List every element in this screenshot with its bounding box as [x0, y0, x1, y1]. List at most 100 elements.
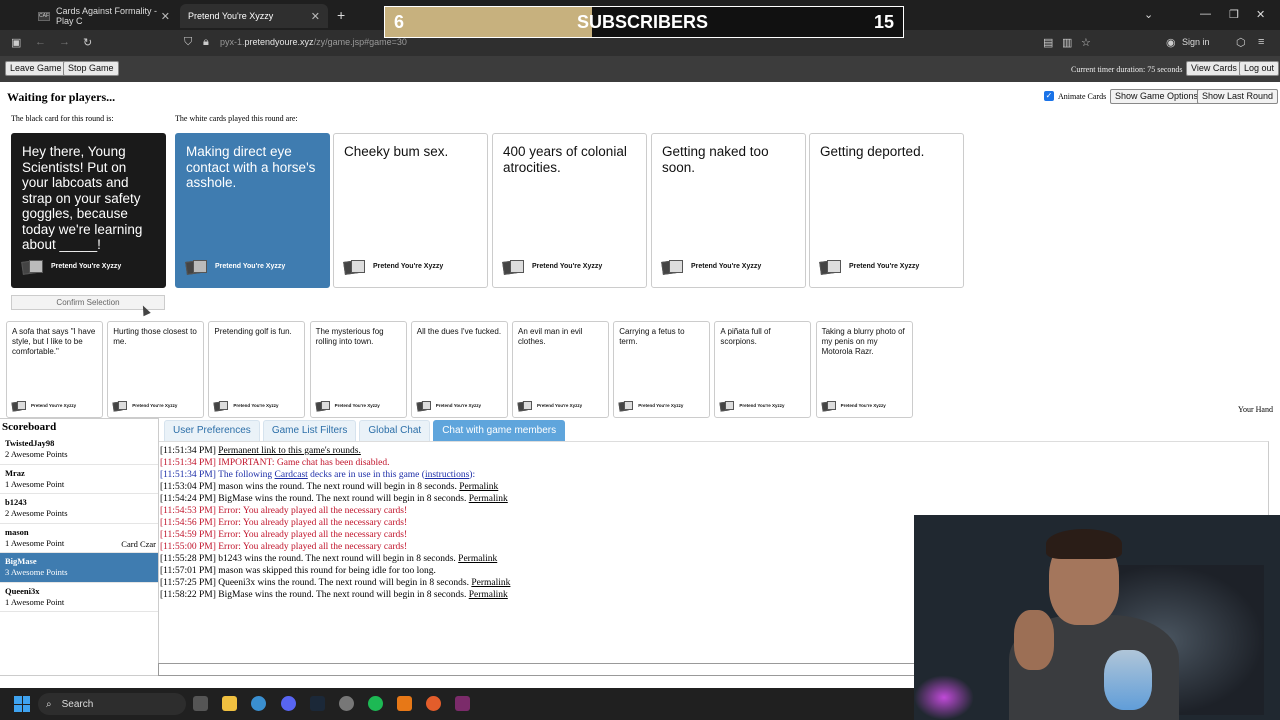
played-white-card[interactable]: Getting deported. Pretend You're Xyzzy	[809, 133, 964, 288]
chat-text: decks are in use in this game (	[307, 470, 425, 480]
browser-tab-active[interactable]: Pretend You're Xyzzy ✕	[180, 4, 328, 28]
view-cards-button[interactable]: View Cards	[1186, 61, 1242, 76]
chat-link[interactable]: Permalink	[458, 554, 497, 564]
chat-link[interactable]: Permalink	[469, 590, 508, 600]
tab-title: Cards Against Formality - Play C	[56, 6, 158, 26]
hand-card[interactable]: Hurting those closest to me. Pretend You'…	[107, 321, 205, 418]
cards-logo-icon	[618, 400, 634, 412]
chat-link[interactable]: Permalink	[471, 578, 510, 588]
white-cards-label: The white cards played this round are:	[175, 114, 298, 123]
chevron-down-icon[interactable]: ⌄	[1144, 8, 1153, 21]
steam-icon[interactable]	[310, 696, 325, 711]
file-explorer-icon[interactable]	[222, 696, 237, 711]
animate-cards-option[interactable]: ✓ Animate Cards	[1044, 91, 1106, 101]
close-window-icon[interactable]: ✕	[1256, 8, 1265, 21]
leave-game-button[interactable]: Leave Game	[5, 61, 67, 76]
spotify-icon[interactable]	[368, 696, 383, 711]
back-icon[interactable]: ←	[35, 36, 46, 48]
hand-card[interactable]: All the dues I've fucked. Pretend You're …	[410, 321, 508, 418]
firefox-icon[interactable]	[426, 696, 441, 711]
reload-icon[interactable]: ↻	[83, 36, 92, 49]
chat-link[interactable]: Cardcast	[275, 470, 308, 480]
card-footer: Pretend You're Xyzzy	[517, 400, 582, 412]
close-icon[interactable]: ✕	[311, 10, 320, 23]
extensions-icon[interactable]: ⬡	[1236, 36, 1246, 49]
browser-icon[interactable]	[251, 696, 266, 711]
subscriber-current: 6	[394, 11, 405, 32]
chat-message: [11:58:22 PM] BigMase wins the round. Th…	[160, 589, 510, 601]
new-tab-icon[interactable]: +	[337, 7, 345, 23]
chat-link[interactable]: instructions	[425, 470, 469, 480]
hand-card[interactable]: The mysterious fog rolling into town. Pre…	[309, 321, 407, 418]
tab-title: Pretend You're Xyzzy	[188, 11, 274, 21]
tab-user-preferences[interactable]: User Preferences	[164, 420, 260, 442]
card-text: Hey there, Young Scientists! Put on your…	[22, 144, 143, 252]
card-footer: Pretend You're Xyzzy	[819, 259, 919, 275]
chat-input[interactable]	[158, 663, 918, 676]
chat-text: Error: You already played all the necess…	[218, 518, 408, 528]
close-icon[interactable]: ✕	[161, 10, 170, 23]
cards-logo-icon	[21, 259, 44, 275]
player-points: 1 Awesome Point	[5, 596, 65, 607]
cards-logo-icon	[821, 400, 837, 412]
discord-icon[interactable]	[281, 696, 296, 711]
log-out-button[interactable]: Log out	[1239, 61, 1280, 76]
player-points: 1 Awesome Point	[5, 478, 65, 489]
chat-message: [11:54:59 PM] Error: You already played …	[160, 529, 510, 541]
star-icon[interactable]: ☆	[1081, 36, 1091, 49]
sidebar-icon[interactable]: ▣	[11, 36, 21, 49]
chat-link[interactable]: Permalink	[459, 482, 498, 492]
subscriber-overlay: 6 SUBSCRIBERS 15	[384, 6, 904, 38]
hand-card[interactable]: Carrying a fetus to term. Pretend You're …	[613, 321, 711, 418]
hand-card[interactable]: A sofa that says "I have style, but I li…	[6, 321, 103, 418]
obs-icon[interactable]	[339, 696, 354, 711]
show-game-options-button[interactable]: Show Game Options	[1110, 89, 1204, 104]
task-view-icon[interactable]	[193, 696, 208, 711]
forward-icon[interactable]: →	[59, 36, 70, 48]
cards-logo-icon	[502, 259, 525, 275]
url-field[interactable]: pyx-1.pretendyoure.xyz/zy/game.jsp#game=…	[220, 37, 407, 47]
card-footer: Pretend You're Xyzzy	[416, 400, 481, 412]
player-name: TwistedJay98	[5, 438, 55, 448]
scoreboard-player: BigMase 3 Awesome Points	[0, 553, 158, 583]
restore-icon[interactable]: ❐	[1229, 8, 1239, 21]
hand-card[interactable]: A piñata full of scorpions. Pretend You'r…	[714, 321, 812, 418]
player-name: Queeni3x	[5, 585, 40, 596]
played-white-card[interactable]: 400 years of colonial atrocities. Pretend…	[492, 133, 647, 288]
reader-icon[interactable]: ▤	[1043, 36, 1053, 49]
menu-icon[interactable]: ≡	[1258, 36, 1264, 48]
hand-card[interactable]: Taking a blurry photo of my penis on my …	[815, 321, 913, 418]
chat-message: [11:51:34 PM] The following Cardcast dec…	[160, 469, 510, 481]
hand-card[interactable]: An evil man in evil clothes. Pretend You'…	[512, 321, 609, 418]
taskbar-search[interactable]: ⌕ Search	[38, 693, 186, 715]
played-white-card[interactable]: Making direct eye contact with a horse's…	[175, 133, 330, 288]
streaming-app-icon[interactable]	[455, 696, 470, 711]
sign-in-link[interactable]: Sign in	[1182, 37, 1210, 47]
chat-link[interactable]: Permanent link to this game's rounds.	[218, 446, 361, 456]
app-icon[interactable]	[397, 696, 412, 711]
tab-game-list-filters[interactable]: Game List Filters	[262, 420, 357, 442]
chat-message: [11:51:34 PM] IMPORTANT: Game chat has b…	[160, 457, 510, 469]
chat-timestamp: [11:55:28 PM]	[160, 554, 216, 564]
chat-timestamp: [11:51:34 PM]	[160, 458, 216, 468]
hand-card[interactable]: Pretending golf is fun. Pretend You're Xy…	[208, 321, 306, 418]
browser-tab[interactable]: CAF Cards Against Formality - Play C ✕	[30, 4, 178, 28]
played-white-card[interactable]: Cheeky bum sex. Pretend You're Xyzzy	[333, 133, 488, 288]
scoreboard-player: Mraz 1 Awesome Point	[0, 465, 158, 494]
lock-icon[interactable]: 🔒︎	[203, 36, 209, 49]
played-white-card[interactable]: Getting naked too soon. Pretend You're Xy…	[651, 133, 806, 288]
tab-chat-with-game-members[interactable]: Chat with game members	[433, 420, 566, 442]
scoreboard-player: mason 1 Awesome Point Card Czar	[0, 524, 158, 553]
windows-start-icon[interactable]	[14, 696, 30, 712]
webcam-overlay	[914, 515, 1280, 720]
card-text: A sofa that says "I have style, but I li…	[12, 327, 96, 356]
minimize-icon[interactable]: —	[1200, 8, 1211, 20]
chat-link[interactable]: Permalink	[469, 494, 508, 504]
chat-text: Error: You already played all the necess…	[218, 506, 408, 516]
tab-global-chat[interactable]: Global Chat	[359, 420, 431, 442]
checkbox-icon[interactable]: ✓	[1044, 91, 1054, 101]
shield-icon[interactable]: ⛉	[184, 36, 192, 49]
stop-game-button[interactable]: Stop Game	[63, 61, 119, 76]
show-last-round-button[interactable]: Show Last Round	[1197, 89, 1279, 104]
picture-icon[interactable]: ▥	[1062, 36, 1072, 49]
